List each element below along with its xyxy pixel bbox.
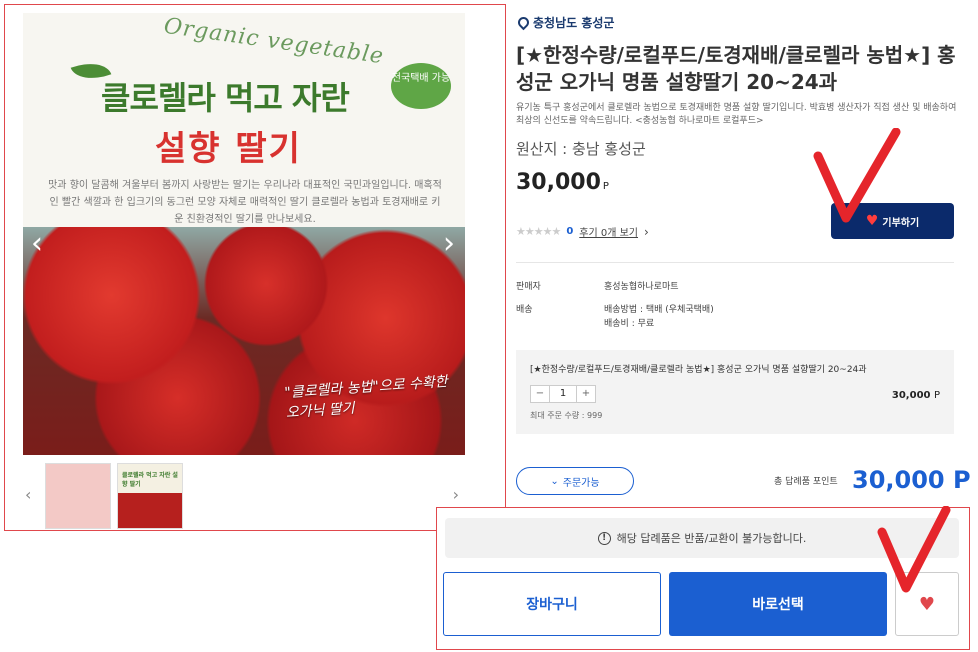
buy-now-button[interactable]: 바로선택 <box>669 572 887 636</box>
option-name: [★한정수량/로컬푸드/토경재배/클로렐라 농법★] 홍성군 오가닉 명품 설향… <box>530 365 867 375</box>
max-order-qty: 최대 주문 수량 : 999 <box>530 411 603 420</box>
quantity-value[interactable]: 1 <box>549 386 577 402</box>
product-gallery: Organic vegetable 클로렐라 먹고 자란 전국택배 가능 설향 … <box>4 4 506 531</box>
decrease-button[interactable]: − <box>531 386 549 402</box>
option-price-value: 30,000 <box>891 390 931 401</box>
info-icon: ! <box>597 531 611 545</box>
divider <box>516 262 954 263</box>
thumb-prev-icon[interactable]: ‹ <box>25 485 31 504</box>
rating-row: ★★★★★ 0 후기 0개 보기 › <box>516 224 649 240</box>
product-description: 유기농 특구 홍성군에서 클로렐라 농법으로 토경재배한 명품 설향 딸기입니다… <box>516 103 957 126</box>
thumb-next-icon[interactable]: › <box>453 485 459 504</box>
hero-title-line1: 클로렐라 먹고 자란 <box>101 79 350 117</box>
review-count: 0 <box>566 226 574 237</box>
option-price-unit: P <box>933 390 940 401</box>
price-unit: P <box>602 181 609 192</box>
heart-icon: ♥ <box>865 213 879 229</box>
star-rating-icon: ★★★★★ <box>516 225 561 238</box>
purchase-actions: ! 해당 답례품은 반품/교환이 불가능합니다. 장바구니 바로선택 ♥ <box>436 507 970 650</box>
chevron-right-icon: › <box>644 224 649 239</box>
order-available-label: 주문가능 <box>562 477 600 489</box>
region-label: 충청남도 홍성군 <box>515 14 615 31</box>
product-price: 30,000 P <box>516 170 609 195</box>
strawberry-photo: "클로렐라 농법"으로 수확한 오가닉 딸기 <box>23 227 465 455</box>
product-origin: 원산지 : 충남 홍성군 <box>516 140 646 158</box>
seller-label: 판매자 <box>516 282 541 292</box>
total-points-label: 총 답례품 포인트 <box>774 477 838 487</box>
main-product-image: Organic vegetable 클로렐라 먹고 자란 전국택배 가능 설향 … <box>23 13 465 455</box>
review-link[interactable]: 후기 0개 보기 <box>579 224 638 239</box>
hero-subtitle: Organic vegetable <box>162 13 386 70</box>
thumbnail-strip: ‹ 클로렐라 먹고 자란 설향 딸기 › <box>23 463 465 529</box>
delivery-label: 배송 <box>516 305 533 315</box>
order-available-button[interactable]: ⌄ 주문가능 <box>516 467 634 495</box>
return-notice: ! 해당 답례품은 반품/교환이 불가능합니다. <box>445 518 959 558</box>
donate-label: 기부하기 <box>882 217 920 229</box>
increase-button[interactable]: + <box>577 386 595 402</box>
product-title: [★한정수량/로컬푸드/토경재배/클로렐라 농법★] 홍성군 오가닉 명품 설향… <box>516 43 956 94</box>
gallery-prev-arrow-icon[interactable]: ‹ <box>31 229 43 259</box>
option-price: 30,000 P <box>892 390 940 401</box>
thumbnail-1[interactable] <box>45 463 111 529</box>
chevron-down-icon: ⌄ <box>550 475 559 487</box>
thumbnail-2[interactable]: 클로렐라 먹고 자란 설향 딸기 <box>117 463 183 529</box>
price-value: 30,000 <box>516 170 601 195</box>
total-points-value: 30,000 P <box>852 466 971 494</box>
notice-text: 해당 답례품은 반품/교환이 불가능합니다. <box>616 532 807 545</box>
gallery-next-arrow-icon[interactable]: › <box>443 229 455 259</box>
delivery-badge: 전국택배 가능 <box>391 63 451 109</box>
wishlist-button[interactable]: ♥ <box>895 572 959 636</box>
delivery-method: 배송방법 : 택배 (우체국택배) <box>604 305 714 315</box>
delivery-fee: 배송비 : 무료 <box>604 319 655 329</box>
photo-caption: "클로렐라 농법"으로 수확한 오가닉 딸기 <box>283 373 449 422</box>
region-text: 충청남도 홍성군 <box>533 16 615 30</box>
quantity-stepper: − 1 + <box>530 385 596 403</box>
seller-value: 홍성농협하나로마트 <box>604 282 679 292</box>
add-to-cart-button[interactable]: 장바구니 <box>443 572 661 636</box>
location-pin-icon <box>515 14 532 31</box>
donate-button[interactable]: ♥ 기부하기 <box>831 203 954 239</box>
selected-option-box: [★한정수량/로컬푸드/토경재배/클로렐라 농법★] 홍성군 오가닉 명품 설향… <box>516 350 954 434</box>
hero-title-line2: 설향 딸기 <box>155 129 302 169</box>
hero-description: 맛과 향이 달콤해 겨울부터 봄까지 사랑받는 딸기는 우리나라 대표적인 국민… <box>48 180 442 225</box>
heart-icon: ♥ <box>918 593 936 615</box>
thumbnail-2-text: 클로렐라 먹고 자란 설향 딸기 <box>122 472 178 488</box>
